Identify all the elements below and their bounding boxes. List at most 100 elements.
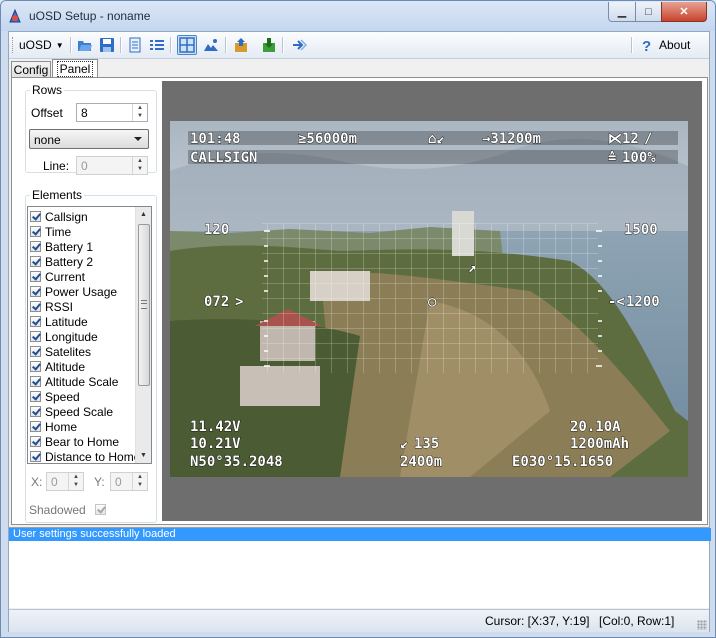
element-checkbox[interactable] — [30, 211, 41, 222]
window-title: uOSD Setup - noname — [29, 9, 151, 23]
osd-altitude: 1500 — [624, 222, 658, 238]
y-stepper[interactable]: 0 ▲ ▼ — [110, 472, 148, 491]
tab-panel[interactable]: Panel — [52, 59, 98, 78]
osd-altitude-pointer-icon: -< — [608, 294, 625, 310]
scroll-up-icon[interactable]: ▲ — [136, 207, 151, 222]
open-icon — [78, 41, 92, 51]
osd-longitude: E030°15.1650 — [512, 454, 613, 470]
toolbar: uOSD ▼ ? About — [9, 32, 709, 59]
spin-up-icon[interactable]: ▲ — [69, 473, 83, 481]
download-icon — [263, 38, 275, 52]
element-item[interactable]: Callsign — [30, 209, 88, 224]
element-label: Time — [45, 224, 72, 239]
tab-panel-label: Panel — [56, 61, 94, 77]
elements-checklist[interactable]: Distance to Home Bear to Home Home Speed Sc… — [27, 206, 152, 464]
log-message[interactable]: User settings successfully loaded — [9, 528, 711, 541]
element-item[interactable]: Time — [30, 224, 71, 239]
spin-up-icon[interactable]: ▲ — [133, 473, 147, 481]
element-item[interactable]: Power Usage — [30, 284, 117, 299]
element-item[interactable]: Satelites — [30, 344, 91, 359]
list-button[interactable] — [147, 35, 167, 55]
image-button[interactable] — [201, 35, 221, 55]
scroll-down-icon[interactable]: ▼ — [136, 448, 151, 463]
element-item[interactable]: Altitude — [30, 359, 85, 374]
element-item[interactable]: Current — [30, 269, 85, 284]
element-item[interactable]: Speed — [30, 389, 80, 404]
element-item[interactable]: Battery 2 — [30, 254, 93, 269]
element-checkbox[interactable] — [30, 361, 41, 372]
open-button[interactable] — [75, 35, 95, 55]
element-item[interactable]: Battery 1 — [30, 239, 93, 254]
osd-callsign: CALLSIGN — [190, 150, 257, 166]
spin-down-icon[interactable]: ▼ — [133, 112, 147, 120]
element-checkbox[interactable] — [30, 331, 41, 342]
x-stepper[interactable]: 0 ▲ ▼ — [46, 472, 84, 491]
element-item[interactable]: Latitude — [30, 314, 88, 329]
line-stepper[interactable]: 0 ▲ ▼ — [76, 156, 148, 175]
element-checkbox[interactable] — [30, 301, 41, 312]
spin-up-icon[interactable]: ▲ — [133, 104, 147, 112]
close-button[interactable]: ✕ — [661, 2, 707, 22]
element-item[interactable]: RSSI — [30, 299, 73, 314]
element-label: Speed Scale — [45, 404, 114, 419]
element-item[interactable]: Home — [30, 419, 77, 434]
element-item[interactable]: Distance to Home — [30, 449, 141, 464]
log-list[interactable]: User settings successfully loaded — [9, 527, 711, 608]
osd-current: 20.10A — [570, 419, 621, 435]
osd-time: 101:48 — [190, 131, 241, 147]
spin-down-icon[interactable]: ▼ — [133, 165, 147, 173]
element-checkbox[interactable] — [30, 451, 41, 462]
spin-down-icon[interactable]: ▼ — [133, 481, 147, 489]
resize-grip[interactable] — [697, 620, 707, 630]
title-bar[interactable]: uOSD Setup - noname ▁ □ ✕ — [1, 1, 715, 31]
toolbar-grip[interactable] — [12, 37, 16, 53]
tab-config[interactable]: Config — [11, 61, 51, 78]
element-item[interactable]: Longitude — [30, 329, 98, 344]
element-checkbox[interactable] — [30, 241, 41, 252]
element-label: Distance to Home — [45, 449, 141, 464]
help-icon: ? — [642, 38, 651, 53]
osd-speed: 120 — [204, 222, 229, 238]
element-checkbox[interactable] — [30, 376, 41, 387]
minimize-icon: ▁ — [617, 6, 627, 18]
element-checkbox[interactable] — [30, 226, 41, 237]
element-item[interactable]: Bear to Home — [30, 434, 119, 449]
element-checkbox[interactable] — [30, 286, 41, 297]
elements-scrollbar[interactable]: ▲ ▼ — [135, 207, 151, 463]
osd-preview-canvas[interactable]: 101:48 ≥56000m ⌂↙ →31200m ⋉ 12 / CALLSIG… — [170, 121, 688, 477]
element-checkbox[interactable] — [30, 271, 41, 282]
osd-heading: 072 — [204, 294, 229, 310]
scroll-thumb[interactable] — [138, 224, 150, 386]
element-checkbox[interactable] — [30, 391, 41, 402]
save-button[interactable] — [97, 35, 117, 55]
connect-button[interactable] — [289, 35, 309, 55]
element-item[interactable]: Speed Scale — [30, 404, 113, 419]
element-label: Speed — [45, 389, 80, 404]
row-mode-select[interactable]: none — [29, 129, 149, 149]
element-checkbox[interactable] — [30, 421, 41, 432]
offset-value: 8 — [81, 106, 88, 120]
about-button[interactable]: ? About — [639, 35, 690, 55]
upload-button[interactable] — [231, 35, 251, 55]
maximize-button[interactable]: □ — [635, 2, 662, 22]
document-button[interactable] — [125, 35, 145, 55]
osd-rssi: 100% — [622, 150, 656, 166]
element-checkbox[interactable] — [30, 436, 41, 447]
element-checkbox[interactable] — [30, 316, 41, 327]
grid-toggle-button[interactable] — [177, 35, 197, 55]
shadowed-checkbox[interactable] — [95, 504, 106, 515]
offset-stepper[interactable]: 8 ▲ ▼ — [76, 103, 148, 122]
maximize-icon: □ — [645, 5, 652, 18]
element-label: Current — [45, 269, 86, 284]
spin-down-icon[interactable]: ▼ — [69, 481, 83, 489]
element-checkbox[interactable] — [30, 256, 41, 267]
element-item[interactable]: Altitude Scale — [30, 374, 118, 389]
element-checkbox[interactable] — [30, 346, 41, 357]
element-label: Battery 2 — [45, 254, 94, 269]
uosd-menu-dropdown[interactable]: uOSD ▼ — [19, 36, 64, 54]
x-label: X: — [31, 475, 43, 489]
element-checkbox[interactable] — [30, 406, 41, 417]
download-button[interactable] — [259, 35, 279, 55]
spin-up-icon[interactable]: ▲ — [133, 157, 147, 165]
minimize-button[interactable]: ▁ — [608, 2, 636, 22]
